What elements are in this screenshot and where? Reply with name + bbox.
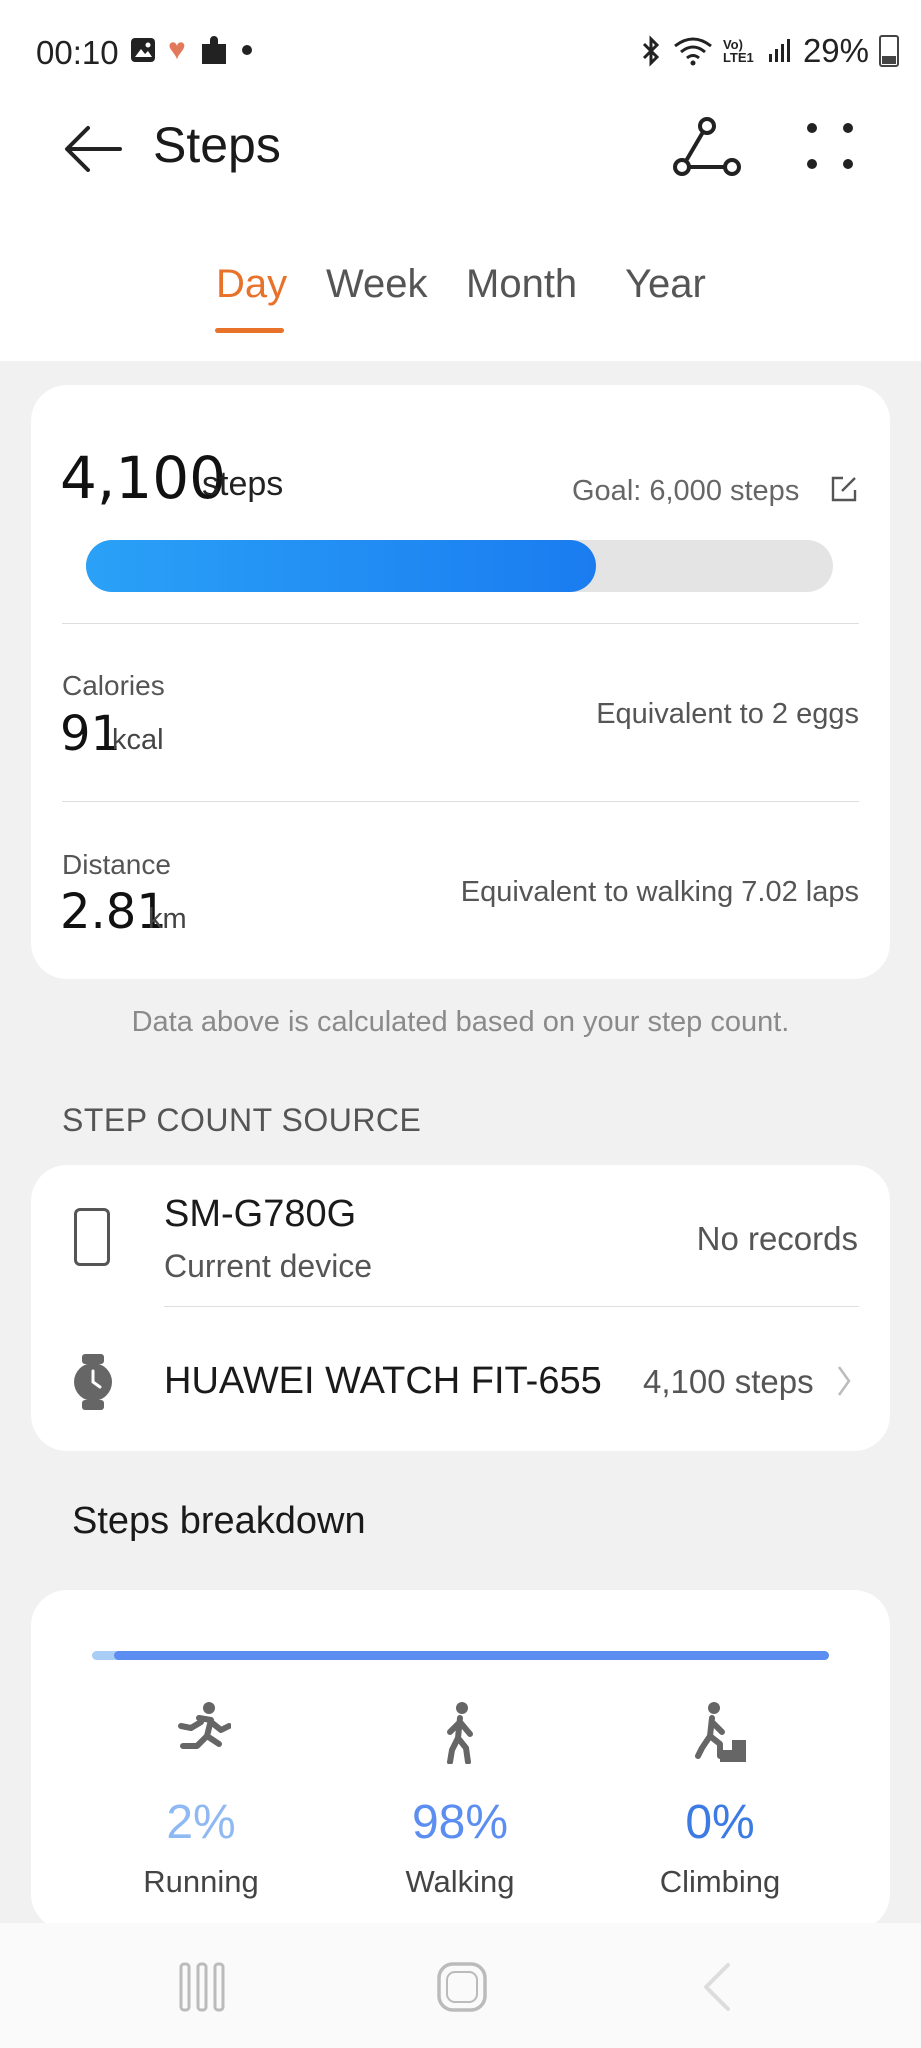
heart-icon: ♥ bbox=[168, 33, 186, 66]
distance-label: Distance bbox=[62, 849, 171, 880]
breakdown-running: 2% Running bbox=[101, 1700, 301, 1900]
steps-progress-bar bbox=[86, 540, 833, 592]
back-icon[interactable] bbox=[698, 1961, 734, 2013]
volte-icon: Vo) LTE1 bbox=[722, 37, 754, 65]
device-name: HUAWEI WATCH FIT-655 bbox=[164, 1360, 602, 1402]
section-title-source: STEP COUNT SOURCE bbox=[62, 1102, 422, 1138]
calories-equivalent: Equivalent to 2 eggs bbox=[596, 698, 859, 730]
period-tabs: Day Week Month Year bbox=[0, 262, 921, 342]
back-arrow-icon[interactable] bbox=[58, 116, 128, 182]
home-icon[interactable] bbox=[436, 1961, 488, 2013]
breakdown-walking: 98% Walking bbox=[360, 1700, 560, 1900]
watch-icon bbox=[74, 1354, 112, 1410]
distance-equivalent: Equivalent to walking 7.02 laps bbox=[460, 876, 859, 908]
distance-unit: km bbox=[148, 903, 187, 935]
wifi-icon bbox=[674, 37, 712, 66]
climbing-icon bbox=[695, 1702, 746, 1762]
signal-icon bbox=[768, 39, 790, 62]
tab-week[interactable]: Week bbox=[326, 262, 428, 307]
bluetooth-icon bbox=[642, 35, 660, 67]
image-icon bbox=[131, 38, 155, 62]
calculation-note: Data above is calculated based on your s… bbox=[131, 1006, 790, 1038]
calories-label: Calories bbox=[62, 670, 165, 701]
device-subtitle: Current device bbox=[164, 1248, 373, 1284]
goal-label[interactable]: Goal: 6,000 steps bbox=[572, 475, 799, 508]
recents-icon[interactable] bbox=[178, 1961, 226, 2013]
source-card bbox=[31, 1165, 890, 1451]
status-time: 00:10 bbox=[36, 34, 119, 71]
page-title: Steps bbox=[153, 117, 281, 173]
device-value: No records bbox=[696, 1220, 858, 1257]
walking-percent: 98% bbox=[411, 1796, 509, 1849]
climbing-label: Climbing bbox=[659, 1864, 781, 1899]
system-nav-bar bbox=[0, 1923, 921, 2048]
running-percent: 2% bbox=[166, 1796, 236, 1849]
steps-unit: steps bbox=[202, 465, 284, 503]
divider bbox=[62, 623, 859, 624]
puzzle-icon bbox=[201, 36, 226, 64]
more-icon[interactable] bbox=[796, 116, 866, 182]
status-bar: 00:10 ♥ Vo) LTE1 29% bbox=[0, 0, 921, 104]
dot-icon bbox=[241, 45, 252, 55]
device-value: 4,100 steps bbox=[643, 1363, 814, 1400]
breakdown-bar-walking bbox=[114, 1651, 829, 1660]
device-name: SM-G780G bbox=[164, 1193, 357, 1235]
battery-percent: 29% bbox=[802, 32, 869, 69]
tab-year[interactable]: Year bbox=[625, 262, 706, 307]
running-icon bbox=[178, 1702, 232, 1749]
tab-month[interactable]: Month bbox=[466, 262, 577, 307]
steps-progress-fill bbox=[86, 540, 597, 592]
edit-icon[interactable] bbox=[829, 474, 859, 504]
tab-day[interactable]: Day bbox=[216, 262, 287, 307]
walking-icon bbox=[447, 1702, 473, 1765]
tab-indicator bbox=[215, 328, 284, 333]
chevron-right-icon bbox=[837, 1366, 851, 1396]
divider bbox=[164, 1306, 859, 1307]
calories-unit: kcal bbox=[112, 724, 164, 756]
route-icon[interactable] bbox=[670, 116, 744, 182]
walking-label: Walking bbox=[405, 1864, 515, 1899]
battery-icon bbox=[879, 35, 899, 67]
breakdown-climbing: 0% Climbing bbox=[620, 1700, 820, 1900]
divider bbox=[62, 801, 859, 802]
phone-icon bbox=[74, 1208, 110, 1266]
running-label: Running bbox=[143, 1864, 259, 1899]
breakdown-title: Steps breakdown bbox=[72, 1500, 366, 1542]
climbing-percent: 0% bbox=[685, 1796, 755, 1849]
